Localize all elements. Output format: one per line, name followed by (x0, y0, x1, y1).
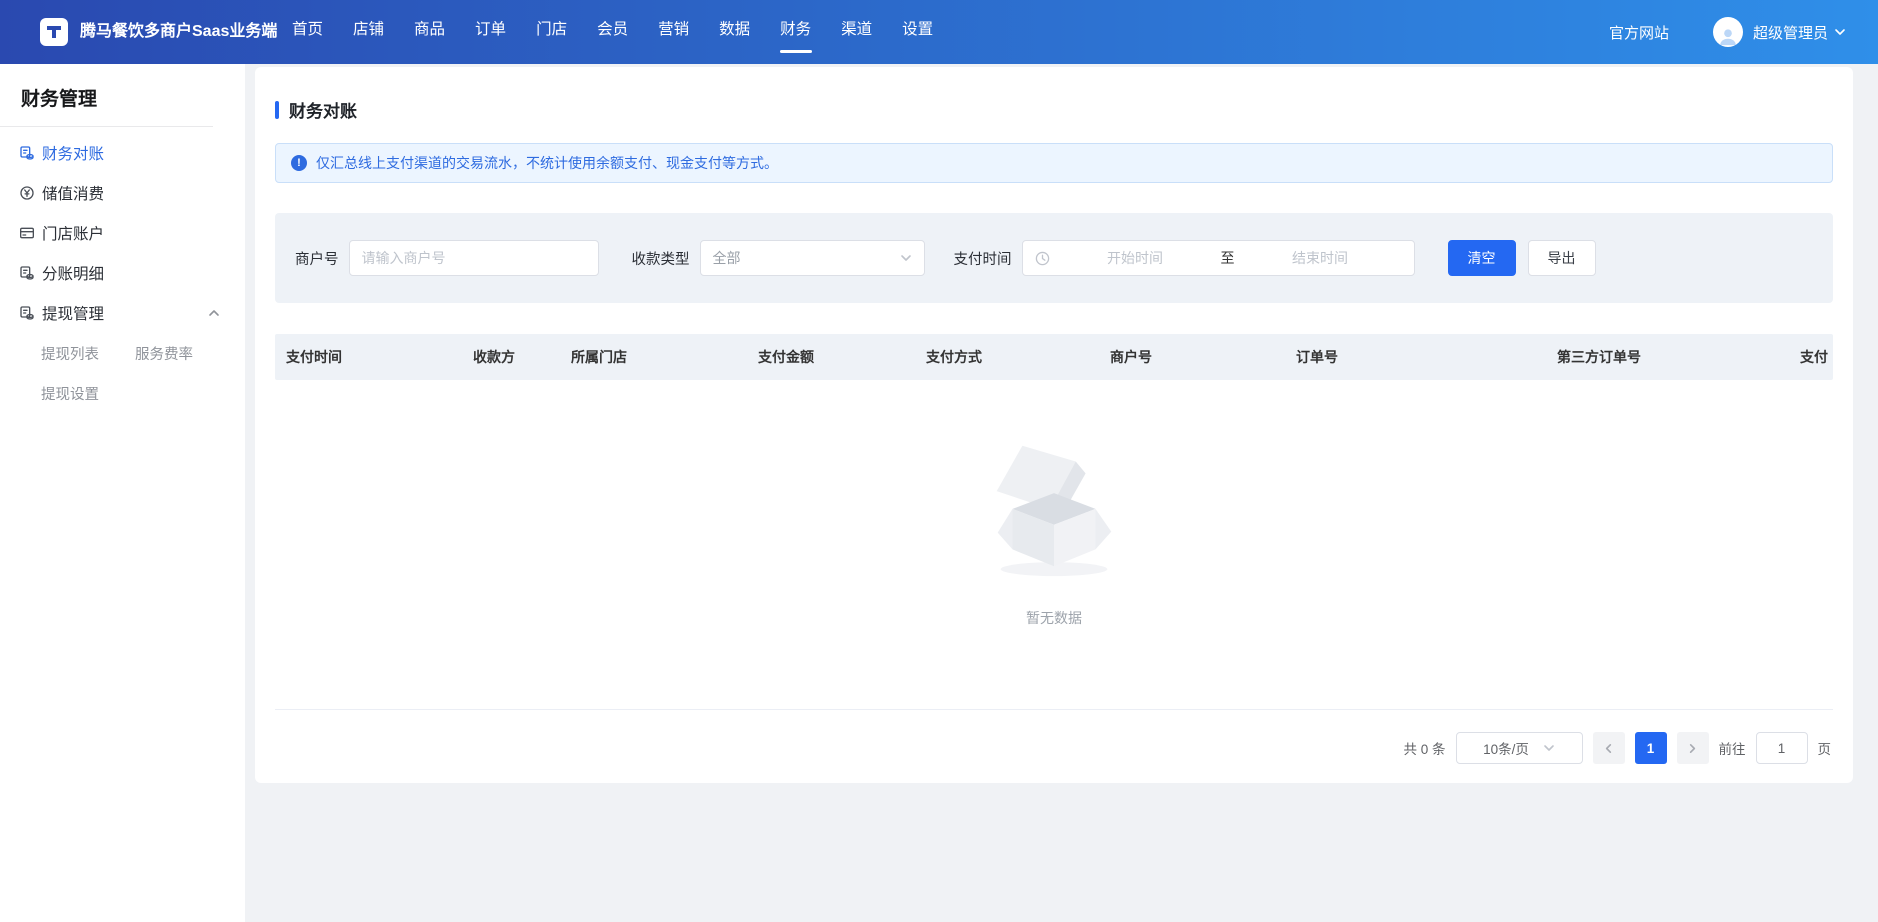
chevron-left-icon (1603, 743, 1614, 754)
sidebar-title: 财务管理 (0, 64, 245, 111)
page-size-value: 10条/页 (1483, 738, 1529, 758)
sidebar-item-提现管理[interactable]: 提现管理 (0, 293, 245, 333)
sidebar-sub-item-提现设置[interactable]: 提现设置 (41, 373, 135, 413)
next-page-button[interactable] (1677, 732, 1709, 764)
clock-icon (1035, 251, 1050, 266)
start-time-input[interactable] (1054, 250, 1217, 266)
yen-coin-icon (19, 185, 35, 201)
info-icon: ! (291, 155, 307, 171)
empty-text: 暂无数据 (1026, 608, 1082, 628)
sidebar-item-门店账户[interactable]: 门店账户 (0, 213, 245, 253)
date-range-picker: 至 (1022, 240, 1415, 276)
goto-suffix: 页 (1818, 738, 1832, 758)
empty-box-illustration (975, 424, 1133, 582)
chevron-down-icon (900, 252, 912, 264)
merchant-id-label: 商户号 (295, 248, 339, 269)
ledger-icon (19, 145, 35, 161)
official-site-link[interactable]: 官方网站 (1609, 22, 1669, 43)
export-button[interactable]: 导出 (1528, 240, 1596, 276)
merchant-id-field (349, 240, 599, 276)
bank-card-icon (19, 225, 35, 241)
column-header-商户号: 商户号 (1099, 347, 1285, 367)
avatar[interactable] (1713, 17, 1743, 47)
payment-type-value: 全部 (713, 248, 741, 268)
info-alert: ! 仅汇总线上支付渠道的交易流水，不统计使用余额支付、现金支付等方式。 (275, 143, 1833, 183)
range-separator: 至 (1221, 248, 1235, 268)
top-navbar: 腾马餐饮多商户Saas业务端 首页店铺商品订单门店会员营销数据财务渠道设置 官方… (0, 0, 1878, 64)
page-title: 财务对账 (275, 67, 1833, 122)
column-header-收款方: 收款方 (462, 347, 560, 367)
user-menu[interactable]: 超级管理员 (1753, 22, 1846, 43)
goto-label: 前往 (1719, 738, 1746, 758)
nav-item-首页[interactable]: 首页 (292, 0, 323, 64)
page-number-button[interactable]: 1 (1635, 732, 1667, 764)
prev-page-button[interactable] (1593, 732, 1625, 764)
column-header-支付方式: 支付方式 (915, 347, 1099, 367)
nav-item-会员[interactable]: 会员 (597, 0, 628, 64)
page-size-select[interactable]: 10条/页 (1456, 732, 1583, 764)
brand[interactable]: 腾马餐饮多商户Saas业务端 (40, 18, 278, 46)
sidebar-item-财务对账[interactable]: 财务对账 (0, 133, 245, 173)
column-header-支付: 支付 (1789, 347, 1833, 367)
chevron-right-icon (1687, 743, 1698, 754)
sidebar-submenu: 提现列表服务费率提现设置 (0, 333, 245, 413)
total-count: 共 0 条 (1403, 738, 1445, 758)
column-header-订单号: 订单号 (1285, 347, 1546, 367)
column-header-所属门店: 所属门店 (560, 347, 747, 367)
brand-title: 腾马餐饮多商户Saas业务端 (80, 21, 278, 43)
empty-state: 暂无数据 (275, 380, 1833, 710)
pagination: 共 0 条 10条/页 1 前往 页 (275, 710, 1833, 786)
sidebar-sub-item-服务费率[interactable]: 服务费率 (135, 333, 245, 373)
sidebar-sub-item-提现列表[interactable]: 提现列表 (41, 333, 135, 373)
ledger-icon (19, 305, 35, 321)
user-icon (1717, 25, 1739, 47)
ledger-icon (19, 265, 35, 281)
payment-type-select[interactable]: 全部 (700, 240, 925, 276)
nav-item-设置[interactable]: 设置 (902, 0, 933, 64)
end-time-input[interactable] (1239, 250, 1402, 266)
main-nav: 首页店铺商品订单门店会员营销数据财务渠道设置 (292, 0, 933, 64)
nav-item-数据[interactable]: 数据 (719, 0, 750, 64)
alert-text: 仅汇总线上支付渠道的交易流水，不统计使用余额支付、现金支付等方式。 (316, 153, 778, 173)
table-header-row: 支付时间收款方所属门店支付金额支付方式商户号订单号第三方订单号支付 (275, 334, 1833, 380)
column-header-第三方订单号: 第三方订单号 (1546, 347, 1789, 367)
sidebar-item-储值消费[interactable]: 储值消费 (0, 173, 245, 213)
chevron-down-icon (1834, 26, 1846, 38)
sidebar-item-分账明细[interactable]: 分账明细 (0, 253, 245, 293)
payment-type-label: 收款类型 (632, 248, 690, 269)
merchant-id-input[interactable] (362, 250, 586, 266)
brand-logo-icon (40, 18, 68, 46)
nav-item-渠道[interactable]: 渠道 (841, 0, 872, 64)
navbar-right: 官方网站 超级管理员 (1609, 17, 1846, 47)
sidebar-menu: 财务对账 储值消费 门店账户 分账明细 提现管理 提现列表服务费率提现设置 (0, 133, 245, 413)
payment-time-label: 支付时间 (954, 248, 1012, 269)
nav-item-门店[interactable]: 门店 (536, 0, 567, 64)
content-card: 财务对账 ! 仅汇总线上支付渠道的交易流水，不统计使用余额支付、现金支付等方式。… (255, 67, 1853, 783)
nav-item-商品[interactable]: 商品 (414, 0, 445, 64)
nav-item-店铺[interactable]: 店铺 (353, 0, 384, 64)
divider (0, 126, 213, 127)
chevron-up-icon[interactable] (208, 307, 220, 319)
sidebar: 财务管理 财务对账 储值消费 门店账户 分账明细 提现管理 提现列表服务费率提现… (0, 64, 245, 922)
nav-item-营销[interactable]: 营销 (658, 0, 689, 64)
nav-item-订单[interactable]: 订单 (475, 0, 506, 64)
clear-button[interactable]: 清空 (1448, 240, 1516, 276)
chevron-down-icon (1543, 742, 1555, 754)
user-name: 超级管理员 (1753, 22, 1828, 43)
nav-item-财务[interactable]: 财务 (780, 0, 811, 64)
goto-page-input[interactable] (1756, 732, 1808, 764)
column-header-支付金额: 支付金额 (747, 347, 915, 367)
title-accent-bar (275, 101, 279, 119)
main-content: 财务对账 ! 仅汇总线上支付渠道的交易流水，不统计使用余额支付、现金支付等方式。… (245, 64, 1878, 922)
column-header-支付时间: 支付时间 (275, 347, 462, 367)
filter-bar: 商户号 收款类型 全部 支付时间 至 清空 导出 (275, 213, 1833, 303)
